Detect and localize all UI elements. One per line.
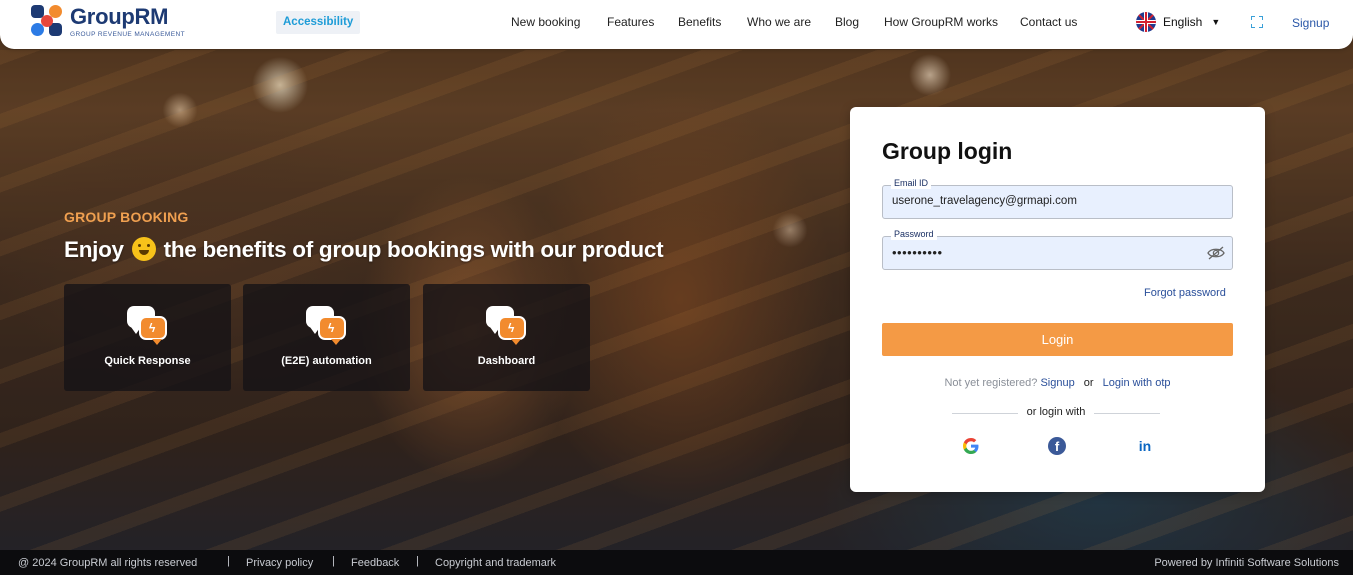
email-label: Email ID: [891, 178, 932, 189]
grouprm-logo-mark: [30, 4, 64, 38]
facebook-icon[interactable]: f: [1048, 437, 1066, 455]
feature-card-label: Dashboard: [477, 355, 536, 367]
nav-how-grouprm-works[interactable]: How GroupRM works: [884, 15, 998, 29]
feature-card-dashboard[interactable]: ϟ Dashboard: [423, 284, 590, 391]
google-icon[interactable]: [962, 437, 980, 455]
footer-separator: |: [416, 555, 419, 567]
hero-kicker: GROUP BOOKING: [64, 209, 189, 225]
email-value: userone_travelagency@grmapi.com: [892, 195, 1077, 207]
or-text: or: [1083, 377, 1094, 389]
nav-features[interactable]: Features: [607, 15, 654, 29]
login-title: Group login: [882, 138, 1013, 164]
language-selector[interactable]: English ▼: [1136, 12, 1220, 32]
nav-benefits[interactable]: Benefits: [678, 15, 721, 29]
login-button[interactable]: Login: [882, 323, 1233, 356]
footer-trademark-link[interactable]: Copyright and trademark: [435, 557, 556, 569]
language-label: English: [1163, 15, 1203, 29]
top-header: GroupRM GROUP REVENUE MANAGEMENT Accessi…: [0, 0, 1353, 49]
nav-new-booking[interactable]: New booking: [511, 15, 580, 29]
email-field[interactable]: Email ID userone_travelagency@grmapi.com: [882, 178, 1233, 219]
footer-separator: |: [227, 555, 230, 567]
password-field[interactable]: Password ••••••••••: [882, 229, 1233, 270]
password-value: ••••••••••: [892, 245, 943, 260]
fullscreen-icon[interactable]: [1251, 16, 1263, 28]
footer: @ 2024 GroupRM all rights reserved | Pri…: [0, 550, 1353, 575]
headline-start: Enjoy: [64, 237, 124, 262]
nav-blog[interactable]: Blog: [835, 15, 859, 29]
feature-card-label: (E2E) automation: [281, 355, 372, 367]
or-login-with-divider: or login with: [952, 406, 1160, 420]
uk-flag-icon: [1136, 12, 1156, 32]
grouprm-logo[interactable]: GroupRM GROUP REVENUE MANAGEMENT: [30, 4, 185, 38]
nav-contact-us[interactable]: Contact us: [1020, 15, 1077, 29]
brand-tagline: GROUP REVENUE MANAGEMENT: [70, 30, 185, 38]
headline-end: the benefits of group bookings with our …: [163, 237, 664, 262]
nav-who-we-are[interactable]: Who we are: [747, 15, 811, 29]
chat-bolt-icon: ϟ: [486, 306, 528, 348]
hugging-face-icon: [131, 237, 156, 261]
linkedin-icon[interactable]: in: [1136, 437, 1154, 455]
group-login-panel: Group login Email ID userone_travelagenc…: [850, 107, 1265, 492]
not-registered-text: Not yet registered?: [944, 377, 1038, 389]
footer-powered-by: Powered by Infiniti Software Solutions: [1154, 557, 1339, 569]
accessibility-button[interactable]: Accessibility: [276, 11, 361, 34]
footer-separator: |: [332, 555, 335, 567]
footer-copyright: @ 2024 GroupRM all rights reserved: [18, 557, 198, 569]
registration-row: Not yet registered? Signup or Login with…: [850, 377, 1265, 389]
login-with-otp-link[interactable]: Login with otp: [1103, 377, 1171, 389]
or-login-with-text: or login with: [1026, 406, 1086, 418]
brand-name: GroupRM: [70, 3, 169, 29]
caret-down-icon: ▼: [1211, 17, 1221, 27]
hero-headline: Enjoy the benefits of group bookings wit…: [64, 237, 664, 263]
feature-card-quick-response[interactable]: ϟ Quick Response: [64, 284, 231, 391]
signup-link[interactable]: Signup: [1040, 377, 1074, 389]
feature-card-e2e-automation[interactable]: ϟ (E2E) automation: [243, 284, 410, 391]
password-label: Password: [891, 229, 937, 240]
chat-bolt-icon: ϟ: [306, 306, 348, 348]
eye-slash-icon[interactable]: [1207, 245, 1225, 261]
feature-card-label: Quick Response: [104, 355, 191, 367]
forgot-password-link[interactable]: Forgot password: [1144, 287, 1226, 299]
header-signup-link[interactable]: Signup: [1292, 16, 1329, 30]
chat-bolt-icon: ϟ: [127, 306, 169, 348]
footer-feedback-link[interactable]: Feedback: [351, 557, 399, 569]
footer-privacy-link[interactable]: Privacy policy: [246, 557, 313, 569]
